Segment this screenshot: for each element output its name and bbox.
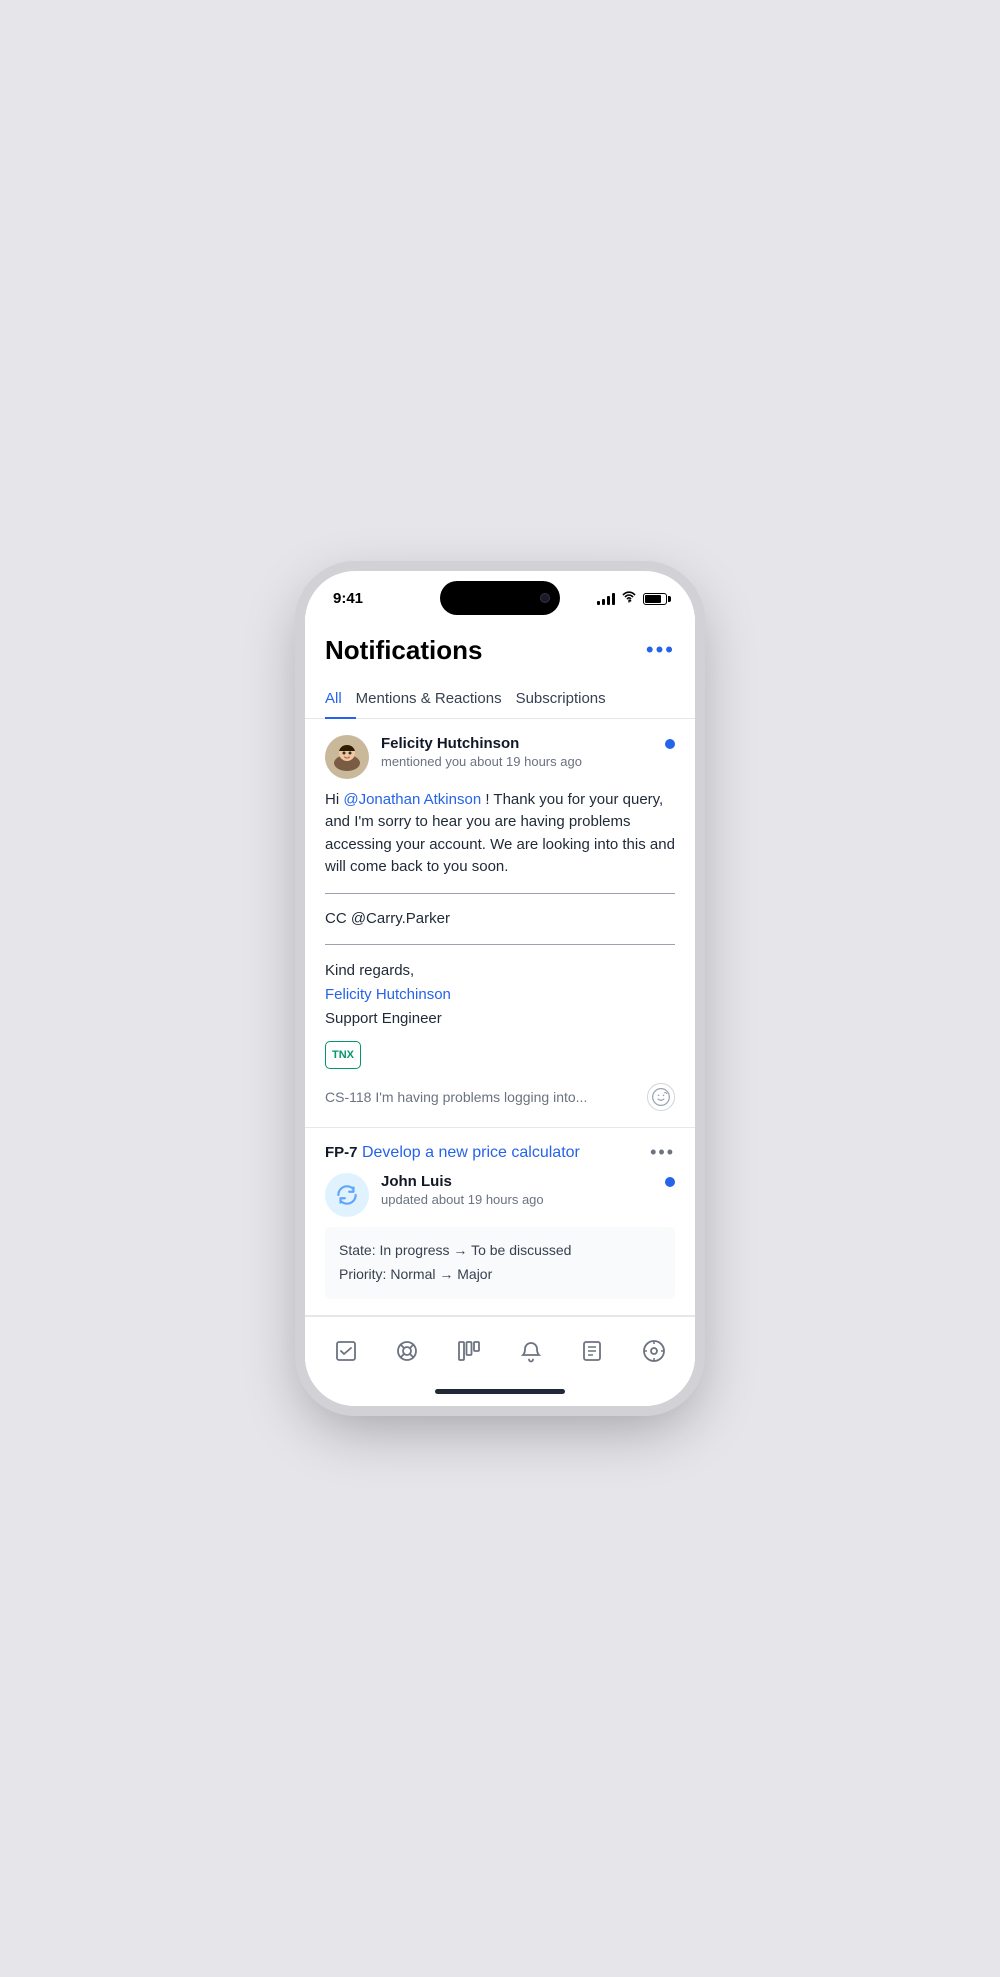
- more-options-button[interactable]: •••: [646, 637, 675, 663]
- tab-all[interactable]: All: [325, 680, 356, 719]
- page-header: Notifications •••: [305, 615, 695, 680]
- nav-help[interactable]: [387, 1331, 427, 1371]
- priority-arrow: →: [439, 1266, 457, 1282]
- notif-2-time: updated about 19 hours ago: [381, 1192, 653, 1207]
- signature-block: Kind regards, Felicity Hutchinson Suppor…: [325, 959, 675, 1031]
- priority-label: Priority:: [339, 1266, 386, 1282]
- notif-1-preview: CS-118 I'm having problems logging into.…: [325, 1089, 587, 1105]
- issue-id: FP-7: [325, 1144, 358, 1161]
- nav-settings[interactable]: [634, 1331, 674, 1371]
- tnx-badge: TNX: [325, 1041, 361, 1069]
- notification-item-2[interactable]: John Luis updated about 19 hours ago Sta…: [305, 1173, 695, 1316]
- issue-more-button[interactable]: •••: [650, 1142, 675, 1163]
- status-time: 9:41: [333, 590, 363, 607]
- notif-divider: [325, 893, 675, 894]
- battery-fill: [645, 595, 661, 603]
- dynamic-island: [440, 581, 560, 615]
- battery-icon: [643, 593, 667, 605]
- nav-notifications[interactable]: [511, 1331, 551, 1371]
- priority-from: Normal: [390, 1266, 435, 1282]
- avatar-felicity: [325, 735, 369, 779]
- notif-1-info: Felicity Hutchinson mentioned you about …: [381, 735, 653, 769]
- kind-regards: Kind regards,: [325, 959, 675, 983]
- body-prefix: Hi: [325, 791, 343, 808]
- notif-2-info: John Luis updated about 19 hours ago: [381, 1173, 653, 1207]
- issue-title-link[interactable]: Develop a new price calculator: [362, 1144, 580, 1161]
- notif-1-time: mentioned you about 19 hours ago: [381, 754, 653, 769]
- nav-tasks[interactable]: [326, 1331, 366, 1371]
- nav-notes[interactable]: [572, 1331, 612, 1371]
- notifications-list: Felicity Hutchinson mentioned you about …: [305, 719, 695, 1316]
- notif-1-author: Felicity Hutchinson: [381, 735, 653, 752]
- signal-bars-icon: [597, 593, 615, 605]
- bar1: [597, 601, 600, 605]
- notif-divider-2: [325, 944, 675, 945]
- bar3: [607, 596, 610, 605]
- notification-item-1[interactable]: Felicity Hutchinson mentioned you about …: [305, 719, 695, 1129]
- priority-to: Major: [457, 1266, 492, 1282]
- phone-frame: 9:41: [305, 571, 695, 1406]
- home-bar: [435, 1389, 565, 1394]
- wifi-icon: [621, 591, 637, 606]
- unread-dot-1: [665, 739, 675, 749]
- state-arrow: →: [453, 1242, 471, 1258]
- issue-header-2: FP-7 Develop a new price calculator •••: [305, 1128, 695, 1173]
- emoji-reaction-button[interactable]: [647, 1083, 675, 1111]
- status-icons: [597, 591, 667, 606]
- sig-role: Support Engineer: [325, 1007, 675, 1031]
- mention-link[interactable]: @Jonathan Atkinson: [343, 791, 481, 808]
- change-box: State: In progress → To be discussed Pri…: [325, 1227, 675, 1299]
- bottom-navigation: [305, 1316, 695, 1381]
- notif-1-body: Hi @Jonathan Atkinson ! Thank you for yo…: [325, 789, 675, 879]
- state-to: To be discussed: [471, 1242, 571, 1258]
- state-from: In progress: [379, 1242, 449, 1258]
- page-title: Notifications: [325, 635, 482, 666]
- notif-2-header: John Luis updated about 19 hours ago: [325, 1173, 675, 1217]
- tnx-text: TNX: [332, 1049, 354, 1061]
- home-indicator: [305, 1381, 695, 1406]
- camera-dot: [540, 593, 550, 603]
- issue-id-row: FP-7 Develop a new price calculator: [325, 1144, 580, 1162]
- bar2: [602, 599, 605, 605]
- tab-subscriptions[interactable]: Subscriptions: [516, 680, 620, 719]
- unread-dot-2: [665, 1177, 675, 1187]
- state-label: State:: [339, 1242, 376, 1258]
- bar4: [612, 593, 615, 605]
- notif-1-cc: CC @Carry.Parker: [325, 908, 675, 931]
- change-state-row: State: In progress → To be discussed: [339, 1239, 661, 1263]
- avatar-refresh: [325, 1173, 369, 1217]
- notif-1-header: Felicity Hutchinson mentioned you about …: [325, 735, 675, 779]
- nav-board[interactable]: [449, 1331, 489, 1371]
- sig-name[interactable]: Felicity Hutchinson: [325, 983, 675, 1007]
- notif-2-author: John Luis: [381, 1173, 653, 1190]
- notif-1-footer: CS-118 I'm having problems logging into.…: [325, 1083, 675, 1111]
- tab-mentions[interactable]: Mentions & Reactions: [356, 680, 516, 719]
- tabs-bar: All Mentions & Reactions Subscriptions: [305, 680, 695, 719]
- change-priority-row: Priority: Normal → Major: [339, 1263, 661, 1287]
- page-content: Notifications ••• All Mentions & Reactio…: [305, 615, 695, 1406]
